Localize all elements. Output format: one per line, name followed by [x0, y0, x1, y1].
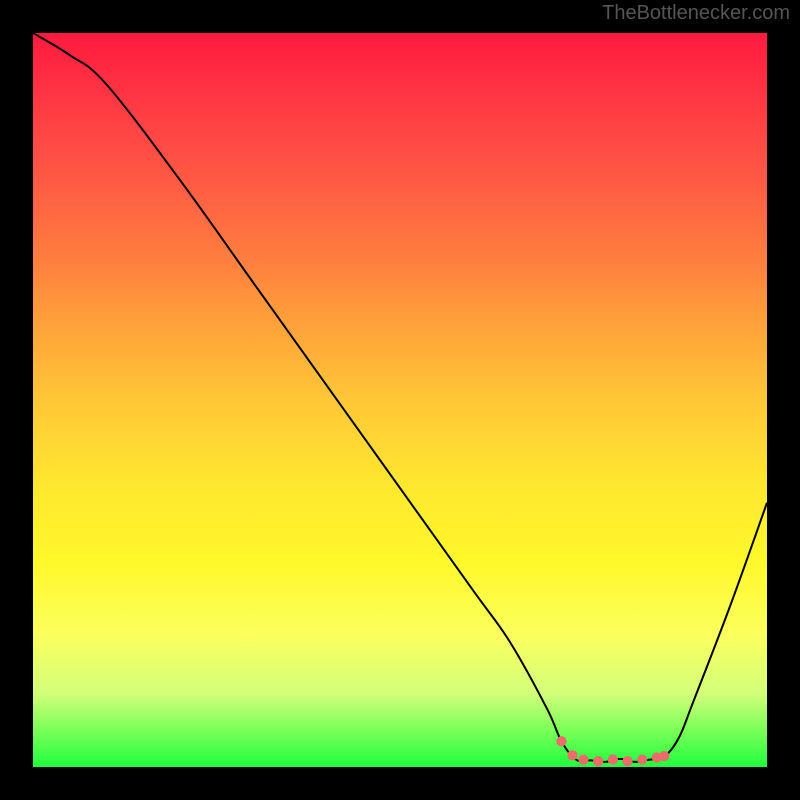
optimal-range-markers [556, 736, 669, 766]
bottleneck-curve [33, 33, 767, 762]
watermark-text: TheBottlenecker.com [602, 2, 790, 25]
chart-svg [33, 33, 767, 767]
